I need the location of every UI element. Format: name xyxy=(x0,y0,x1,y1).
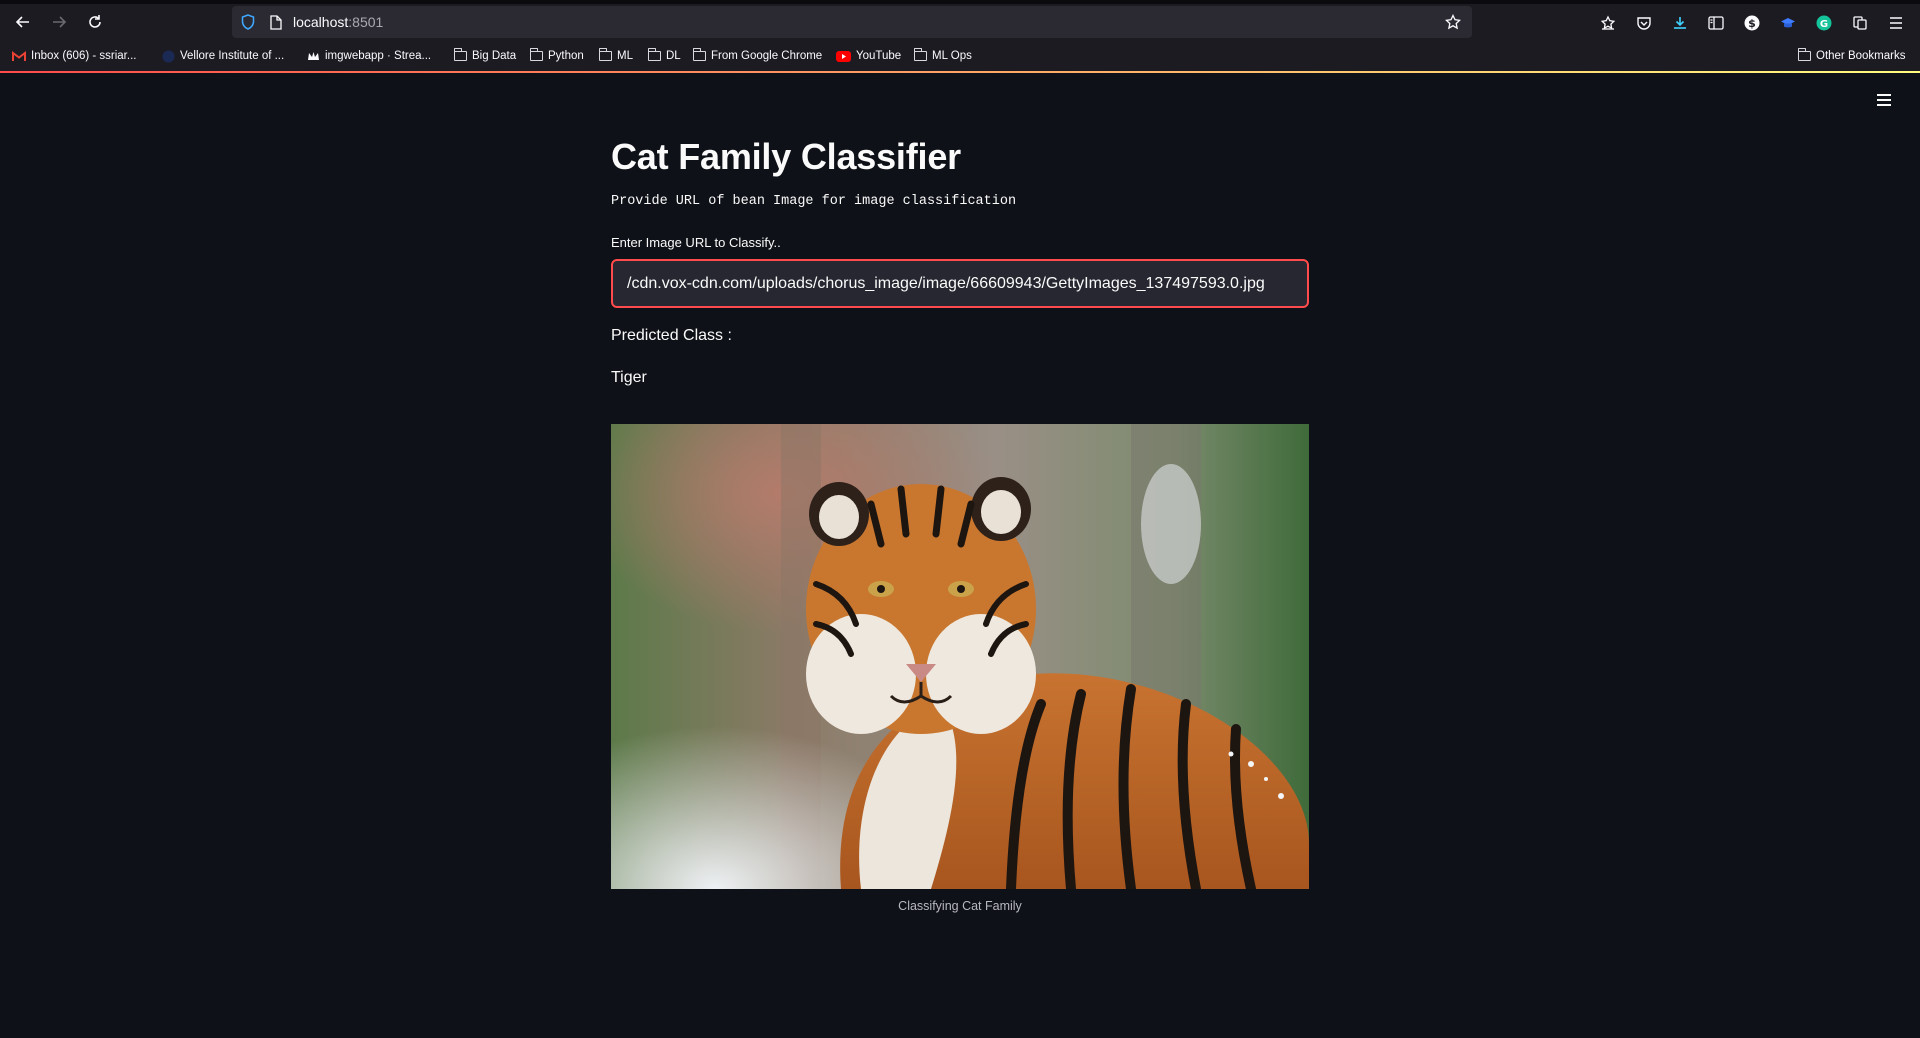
streamlit-decoration-bar xyxy=(0,71,1920,73)
folder-icon xyxy=(530,48,543,61)
url-text[interactable]: localhost:8501 xyxy=(293,14,383,30)
hamburger-line xyxy=(1877,104,1891,106)
bookmarks-toolbar: Inbox (606) - ssriar... Vellore Institut… xyxy=(0,44,1920,68)
firefox-view-icon[interactable] xyxy=(1597,12,1619,34)
extensions-icon[interactable] xyxy=(1849,12,1871,34)
bookmark-label: imgwebapp · Strea... xyxy=(325,50,432,62)
bookmark-label: ML Ops xyxy=(932,50,972,62)
bookmark-label: Vellore Institute of ... xyxy=(180,50,285,62)
folder-icon xyxy=(914,48,927,61)
bookmark-folder-python[interactable]: Python xyxy=(530,47,584,65)
page-subtitle: Provide URL of bean Image for image clas… xyxy=(611,194,1017,209)
url-host: localhost xyxy=(293,14,349,30)
back-button[interactable] xyxy=(9,8,37,36)
bookmark-label: Python xyxy=(548,50,584,62)
tiger-image xyxy=(611,424,1309,889)
url-input-label: Enter Image URL to Classify.. xyxy=(611,235,781,250)
app-menu-icon[interactable] xyxy=(1885,12,1907,34)
bookmark-imgwebapp[interactable]: imgwebapp · Strea... xyxy=(307,47,431,65)
bookmark-label: ML xyxy=(617,50,633,62)
image-caption: Classifying Cat Family xyxy=(898,899,1022,913)
youtube-icon xyxy=(836,50,851,62)
bookmark-label: DL xyxy=(666,50,681,62)
sidebar-toggle-icon[interactable] xyxy=(1705,12,1727,34)
pocket-icon[interactable] xyxy=(1633,12,1655,34)
navigation-toolbar: localhost:8501 $ G xyxy=(0,4,1920,40)
address-bar[interactable]: localhost:8501 xyxy=(232,6,1472,38)
folder-icon xyxy=(599,48,612,61)
bookmark-label: From Google Chrome xyxy=(711,50,823,62)
reload-icon xyxy=(89,15,101,28)
bookmark-label: Big Data xyxy=(472,50,517,62)
bookmark-folder-big-data[interactable]: Big Data xyxy=(454,47,516,65)
image-url-input[interactable] xyxy=(613,261,1307,306)
gmail-icon xyxy=(12,50,26,61)
browser-chrome: localhost:8501 $ G Inbox (606) - ssriar.… xyxy=(0,0,1920,73)
folder-icon xyxy=(454,48,467,61)
streamlit-crown-icon xyxy=(308,51,319,60)
dollar-extension-icon[interactable]: $ xyxy=(1741,12,1763,34)
page-info-icon[interactable] xyxy=(268,13,284,31)
downloads-icon[interactable] xyxy=(1669,12,1691,34)
folder-icon xyxy=(1798,48,1811,61)
grammarly-icon[interactable]: G xyxy=(1813,12,1835,34)
svg-text:G: G xyxy=(1820,19,1828,30)
streamlit-main-menu-button[interactable] xyxy=(1874,90,1894,110)
svg-text:$: $ xyxy=(1748,17,1756,30)
forward-button[interactable] xyxy=(45,8,73,36)
forward-arrow-icon xyxy=(53,16,67,28)
predicted-class-label: Predicted Class : xyxy=(611,327,732,344)
bookmark-folder-ml[interactable]: ML xyxy=(599,47,633,65)
bookmark-folder-ml-ops[interactable]: ML Ops xyxy=(914,47,972,65)
bookmark-label: YouTube xyxy=(856,50,902,62)
hamburger-line xyxy=(1877,94,1891,96)
bookmark-folder-from-google-chrome[interactable]: From Google Chrome xyxy=(693,47,822,65)
bookmark-label: Other Bookmarks xyxy=(1816,50,1906,62)
bookmark-vellore[interactable]: Vellore Institute of ... xyxy=(162,47,284,65)
bookmark-folder-dl[interactable]: DL xyxy=(648,47,681,65)
tiger-photo-illustration xyxy=(611,424,1309,889)
url-port: :8501 xyxy=(348,14,384,30)
site-favicon-icon xyxy=(162,50,175,62)
back-arrow-icon xyxy=(15,16,29,28)
bookmark-youtube[interactable]: YouTube xyxy=(836,47,901,65)
folder-icon xyxy=(648,48,661,61)
url-input-container xyxy=(611,259,1309,308)
graduation-cap-extension-icon[interactable] xyxy=(1777,12,1799,34)
page-title: Cat Family Classifier xyxy=(611,136,961,177)
bookmark-other-bookmarks[interactable]: Other Bookmarks xyxy=(1798,47,1905,65)
bookmark-label: Inbox (606) - ssriar... xyxy=(31,50,137,62)
bookmark-star-icon[interactable] xyxy=(1442,11,1464,33)
hamburger-line xyxy=(1877,99,1891,101)
folder-icon xyxy=(693,48,706,61)
predicted-class-value: Tiger xyxy=(611,369,647,386)
reload-button[interactable] xyxy=(81,8,109,36)
tracking-shield-icon[interactable] xyxy=(238,12,258,32)
bookmark-inbox[interactable]: Inbox (606) - ssriar... xyxy=(12,47,136,65)
